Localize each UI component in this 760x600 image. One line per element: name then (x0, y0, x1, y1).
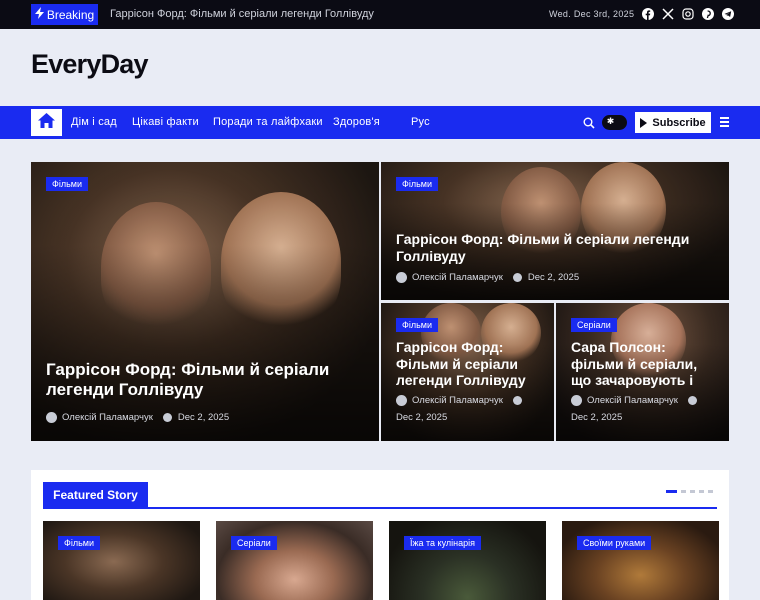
category-badge[interactable]: Фільми (46, 177, 88, 191)
lightning-icon (34, 7, 44, 22)
article-meta: Олексій Паламарчук Dec 2, 2025 (46, 412, 229, 423)
category-badge[interactable]: Серіали (571, 318, 617, 332)
author-name[interactable]: Олексій Паламарчук (412, 272, 503, 283)
category-badge[interactable]: Фільми (396, 318, 438, 332)
carousel-dot[interactable] (666, 490, 677, 493)
nav-item-language-rus[interactable]: Рус (411, 116, 430, 128)
instagram-icon[interactable] (681, 7, 695, 21)
article-image (389, 521, 546, 600)
article-title[interactable]: Гаррісон Форд: Фільми й серіали легенди … (46, 360, 346, 400)
menu-icon[interactable] (720, 117, 729, 129)
featured-card[interactable]: Їжа та кулінарія (389, 521, 546, 600)
x-twitter-icon[interactable] (661, 7, 675, 21)
top-bar: Breaking Гаррісон Форд: Фільми й серіали… (0, 0, 760, 29)
post-date: Dec 2, 2025 (177, 412, 230, 423)
search-icon[interactable] (583, 116, 595, 129)
pinterest-icon[interactable] (701, 7, 715, 21)
carousel-dot[interactable] (690, 490, 695, 493)
clock-icon (512, 396, 522, 405)
subscribe-button[interactable]: Subscribe (635, 112, 711, 133)
category-badge[interactable]: Фільми (396, 177, 438, 191)
article-meta: Олексій Паламарчук Dec 2, 2025 (571, 395, 721, 423)
play-icon (640, 117, 648, 128)
section-title: Featured Story (43, 482, 148, 508)
hero-top-right-card[interactable]: Фільми Гаррісон Форд: Фільми й серіали л… (381, 162, 729, 300)
author-name[interactable]: Олексій Паламарчук (62, 412, 153, 423)
current-date: Wed. Dec 3rd, 2025 (549, 9, 635, 19)
home-button[interactable] (31, 109, 62, 136)
avatar (46, 412, 57, 423)
category-badge[interactable]: Серіали (231, 536, 277, 550)
featured-card[interactable]: Фільми (43, 521, 200, 600)
breaking-label: Breaking (46, 7, 95, 22)
hero-bottom-left-card[interactable]: Фільми Гаррісон Форд: Фільми й серіали л… (381, 303, 554, 441)
clock-icon (687, 396, 697, 405)
featured-story-section: Featured Story Фільми Серіали Їжа та кул… (31, 470, 729, 600)
featured-card[interactable]: Серіали (216, 521, 373, 600)
section-divider (43, 507, 717, 509)
social-links (641, 7, 735, 21)
category-badge[interactable]: Їжа та кулінарія (404, 536, 481, 550)
article-title[interactable]: Гаррісон Форд: Фільми й серіали легенди … (396, 339, 546, 389)
article-title[interactable]: Гаррісон Форд: Фільми й серіали легенди … (396, 231, 706, 264)
home-icon (38, 112, 55, 133)
telegram-icon[interactable] (721, 7, 735, 21)
carousel-dot[interactable] (708, 490, 713, 493)
featured-card[interactable]: Своїми руками (562, 521, 719, 600)
post-date: Dec 2, 2025 (571, 412, 623, 423)
hero-main-card[interactable]: Фільми Гаррісон Форд: Фільми й серіали л… (31, 162, 379, 441)
nav-item-home-garden[interactable]: Дім і сад (71, 116, 117, 128)
nav-item-interesting-facts[interactable]: Цікаві факти (132, 116, 199, 128)
clock-icon (162, 413, 172, 422)
category-badge[interactable]: Своїми руками (577, 536, 652, 550)
author-name[interactable]: Олексій Паламарчук (412, 395, 503, 406)
article-meta: Олексій Паламарчук Dec 2, 2025 (396, 395, 546, 423)
sun-icon: ✱ (606, 117, 615, 127)
main-nav: Дім і сад Цікаві факти Поради та лайфхак… (0, 106, 760, 139)
avatar (571, 395, 582, 406)
breaking-badge[interactable]: Breaking (31, 4, 98, 25)
carousel-dot[interactable] (681, 490, 686, 493)
nav-item-health[interactable]: Здоров'я (333, 116, 380, 128)
avatar (396, 395, 407, 406)
subscribe-label: Subscribe (652, 116, 706, 129)
article-title[interactable]: Сара Полсон: фільми й серіали, що зачаро… (571, 339, 721, 394)
article-image (43, 521, 200, 600)
avatar (396, 272, 407, 283)
post-date: Dec 2, 2025 (527, 272, 580, 283)
article-image (562, 521, 719, 600)
author-name[interactable]: Олексій Паламарчук (587, 395, 678, 406)
nav-item-tips-lifehacks[interactable]: Поради та лайфхаки (213, 116, 323, 128)
carousel-dot[interactable] (699, 490, 704, 493)
site-logo[interactable]: EveryDay (31, 49, 149, 80)
dark-mode-toggle[interactable]: ✱ (602, 115, 627, 130)
article-image (216, 521, 373, 600)
breaking-ticker-link[interactable]: Гаррісон Форд: Фільми й серіали легенди … (110, 8, 374, 20)
post-date: Dec 2, 2025 (396, 412, 448, 423)
category-badge[interactable]: Фільми (58, 536, 100, 550)
article-meta: Олексій Паламарчук Dec 2, 2025 (396, 272, 579, 283)
facebook-icon[interactable] (641, 7, 655, 21)
clock-icon (512, 273, 522, 282)
carousel-dots (666, 490, 713, 493)
hero-bottom-right-card[interactable]: Серіали Сара Полсон: фільми й серіали, щ… (556, 303, 729, 441)
